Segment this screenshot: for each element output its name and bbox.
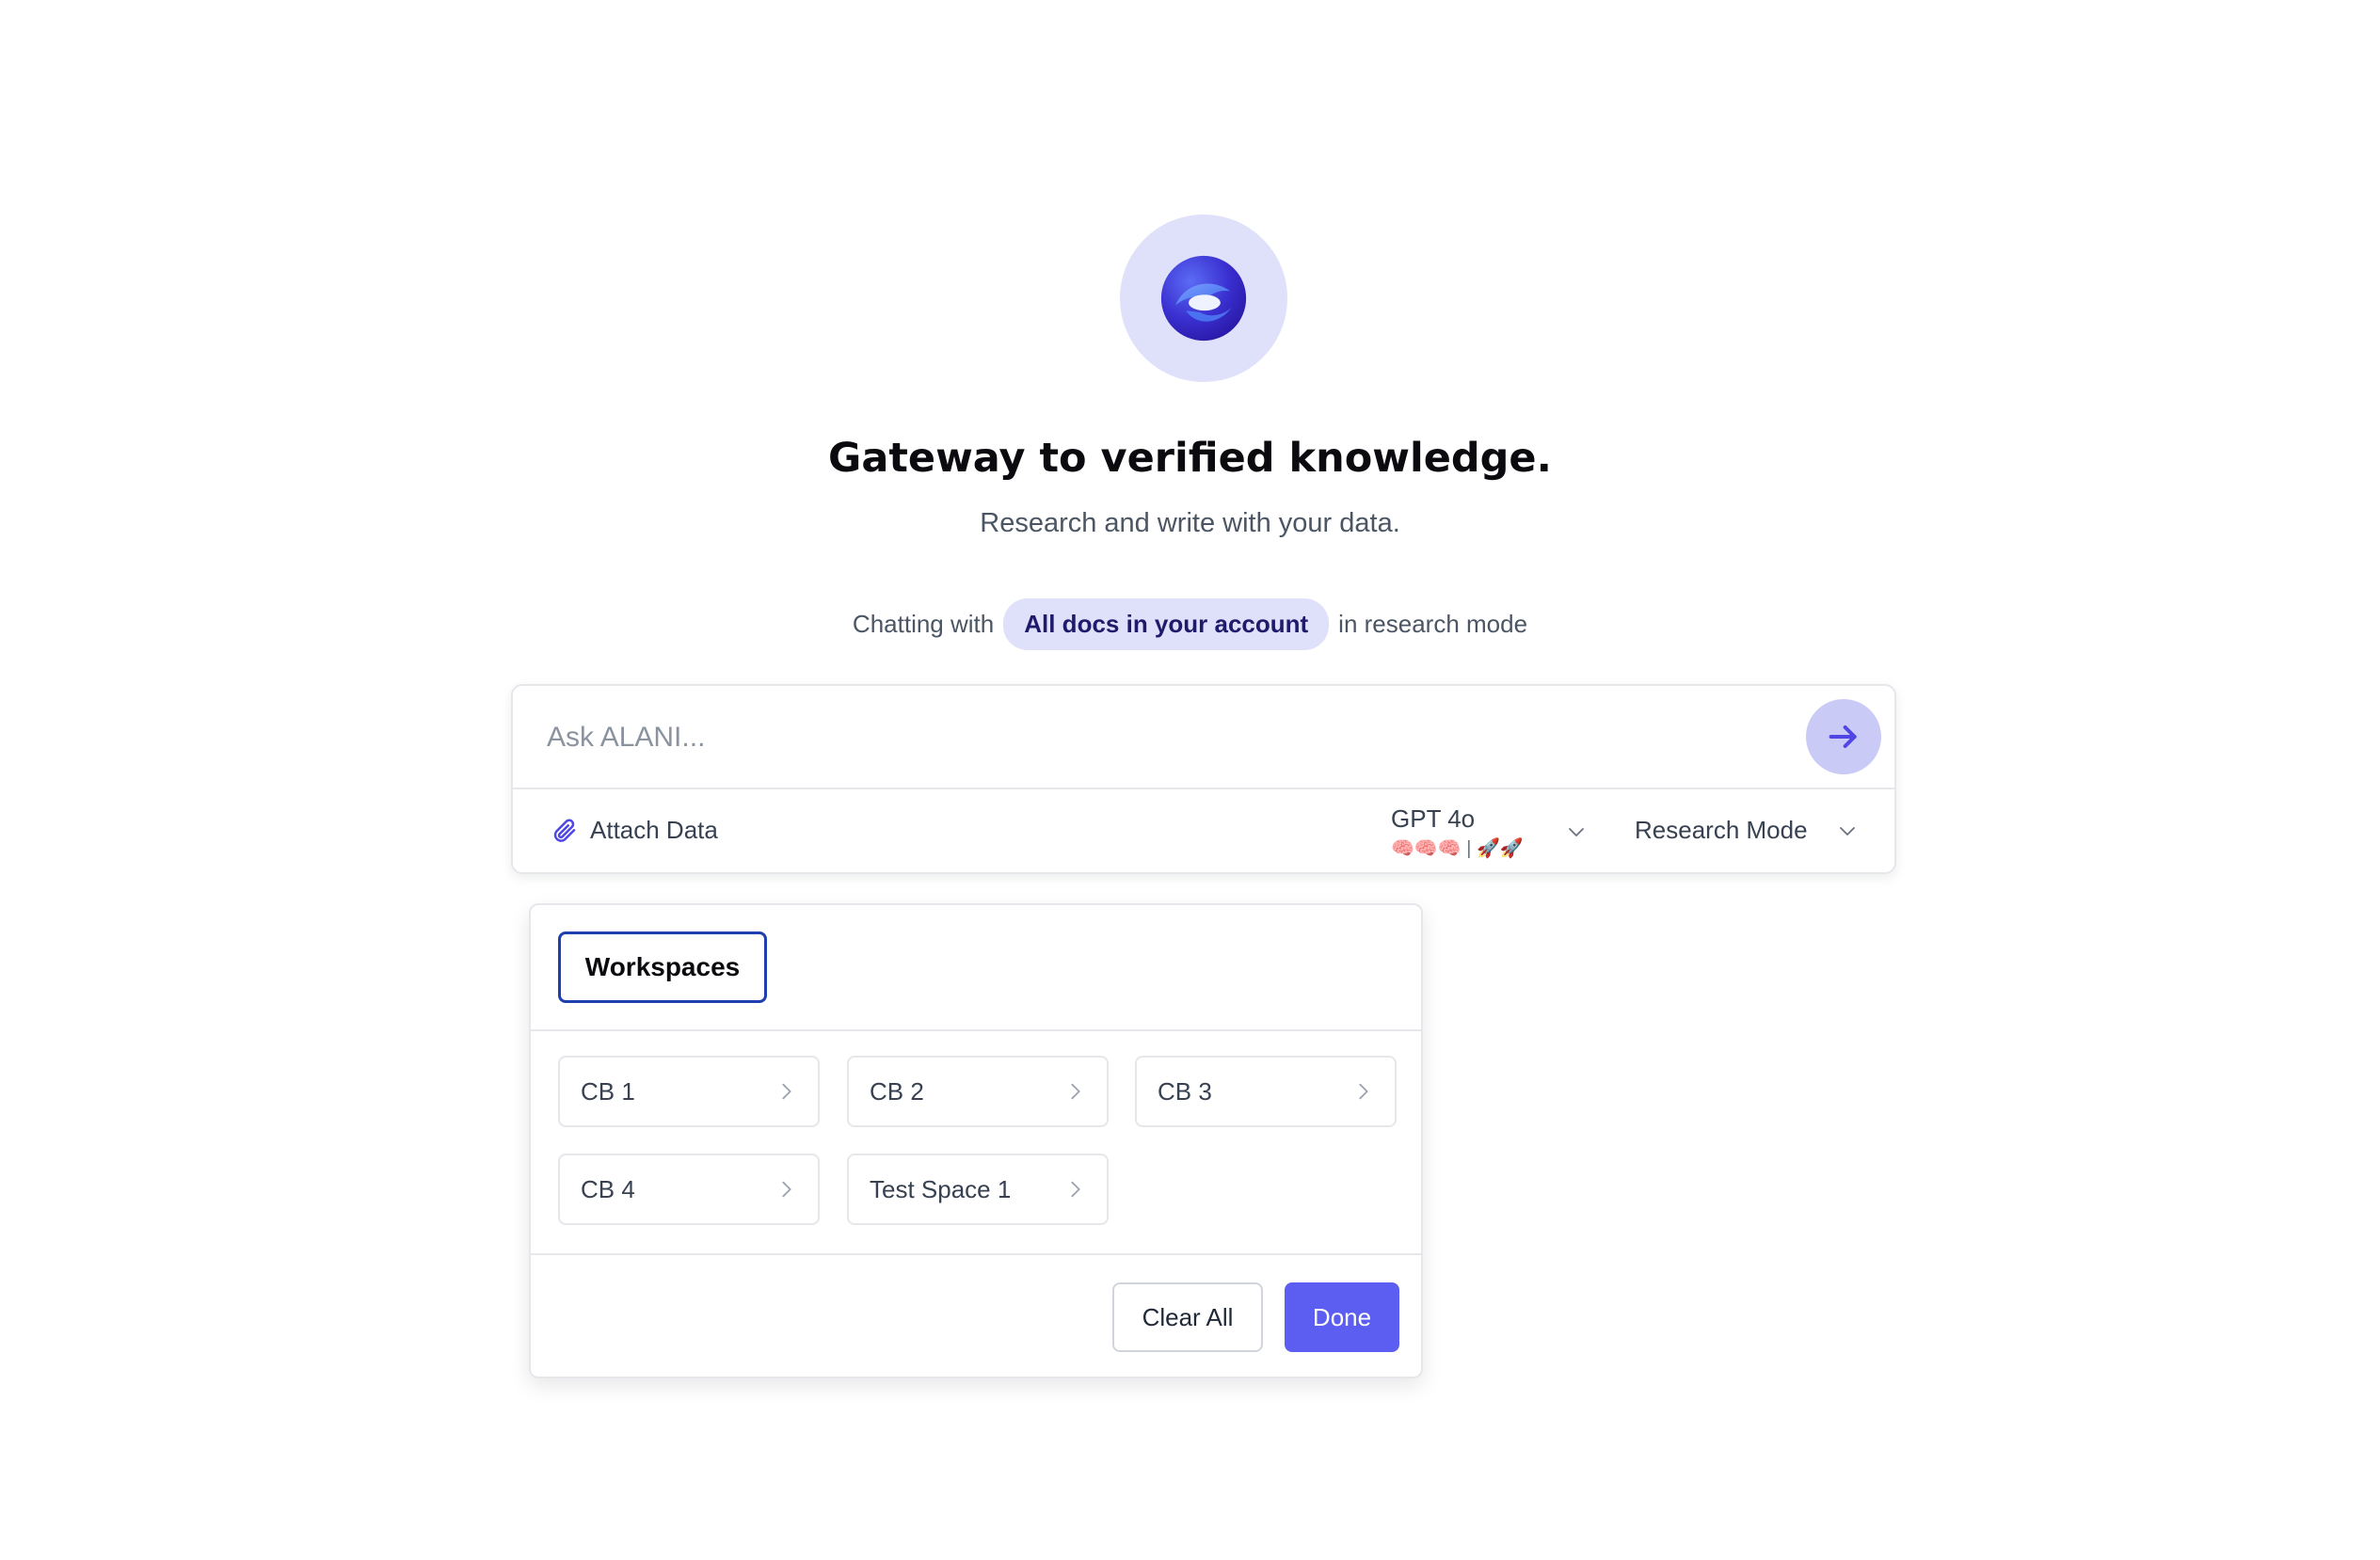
context-prefix: Chatting with	[852, 610, 995, 638]
panel-footer: Clear All Done	[531, 1253, 1421, 1380]
workspace-label: CB 2	[870, 1076, 924, 1106]
panel-header: Workspaces	[531, 905, 1421, 1031]
workspace-label: Test Space 1	[870, 1174, 1012, 1203]
workspace-item[interactable]: CB 4	[558, 1154, 820, 1225]
composer-input-row	[513, 686, 1894, 789]
workspace-item[interactable]: CB 1	[558, 1056, 820, 1127]
ask-input[interactable]	[545, 708, 1772, 767]
workspace-label: CB 4	[581, 1174, 635, 1203]
workspace-label: CB 3	[1158, 1076, 1212, 1106]
paperclip-icon	[553, 819, 576, 842]
model-select[interactable]: GPT 4o 🧠🧠🧠 | 🚀🚀	[1391, 799, 1579, 865]
workspaces-panel: Workspaces CB 1 CB 2 CB 3 CB 4 Test Spac…	[529, 903, 1423, 1378]
attach-data-label: Attach Data	[590, 816, 718, 844]
alani-logo-icon	[1160, 255, 1247, 342]
model-name: GPT 4o	[1391, 804, 1476, 833]
chevron-right-icon	[1071, 1181, 1080, 1198]
attach-data-button[interactable]: Attach Data	[551, 816, 718, 845]
composer-card: Attach Data GPT 4o 🧠🧠🧠 | 🚀🚀 Research Mod…	[511, 684, 1896, 874]
composer-toolbar: Attach Data GPT 4o 🧠🧠🧠 | 🚀🚀 Research Mod…	[513, 789, 1894, 874]
research-mode-label: Research Mode	[1635, 816, 1808, 844]
logo-badge	[1120, 215, 1287, 382]
chevron-right-icon	[1071, 1083, 1080, 1100]
tab-workspaces[interactable]: Workspaces	[558, 931, 767, 1003]
workspace-label: CB 1	[581, 1076, 635, 1106]
chevron-down-icon[interactable]	[1565, 820, 1588, 843]
arrow-right-icon	[1829, 725, 1857, 748]
workspace-item[interactable]: Test Space 1	[847, 1154, 1109, 1225]
chevron-right-icon	[1359, 1083, 1368, 1100]
send-button[interactable]	[1806, 699, 1881, 774]
workspace-item[interactable]: CB 3	[1135, 1056, 1397, 1127]
source-chip[interactable]: All docs in your account	[1003, 598, 1330, 650]
model-rating: 🧠🧠🧠 | 🚀🚀	[1391, 838, 1524, 859]
chat-context: Chatting with All docs in your account i…	[0, 598, 2380, 650]
page-title: Gateway to verified knowledge.	[828, 435, 1552, 482]
research-mode-select[interactable]: Research Mode	[1635, 816, 1859, 845]
workspace-item[interactable]: CB 2	[847, 1056, 1109, 1127]
chevron-down-icon	[1839, 826, 1855, 836]
clear-all-button[interactable]: Clear All	[1112, 1282, 1263, 1352]
page-subtitle: Research and write with your data.	[980, 508, 1400, 538]
done-button[interactable]: Done	[1285, 1282, 1399, 1352]
chevron-right-icon	[782, 1181, 791, 1198]
chevron-right-icon	[782, 1083, 791, 1100]
context-suffix: in research mode	[1338, 610, 1528, 638]
